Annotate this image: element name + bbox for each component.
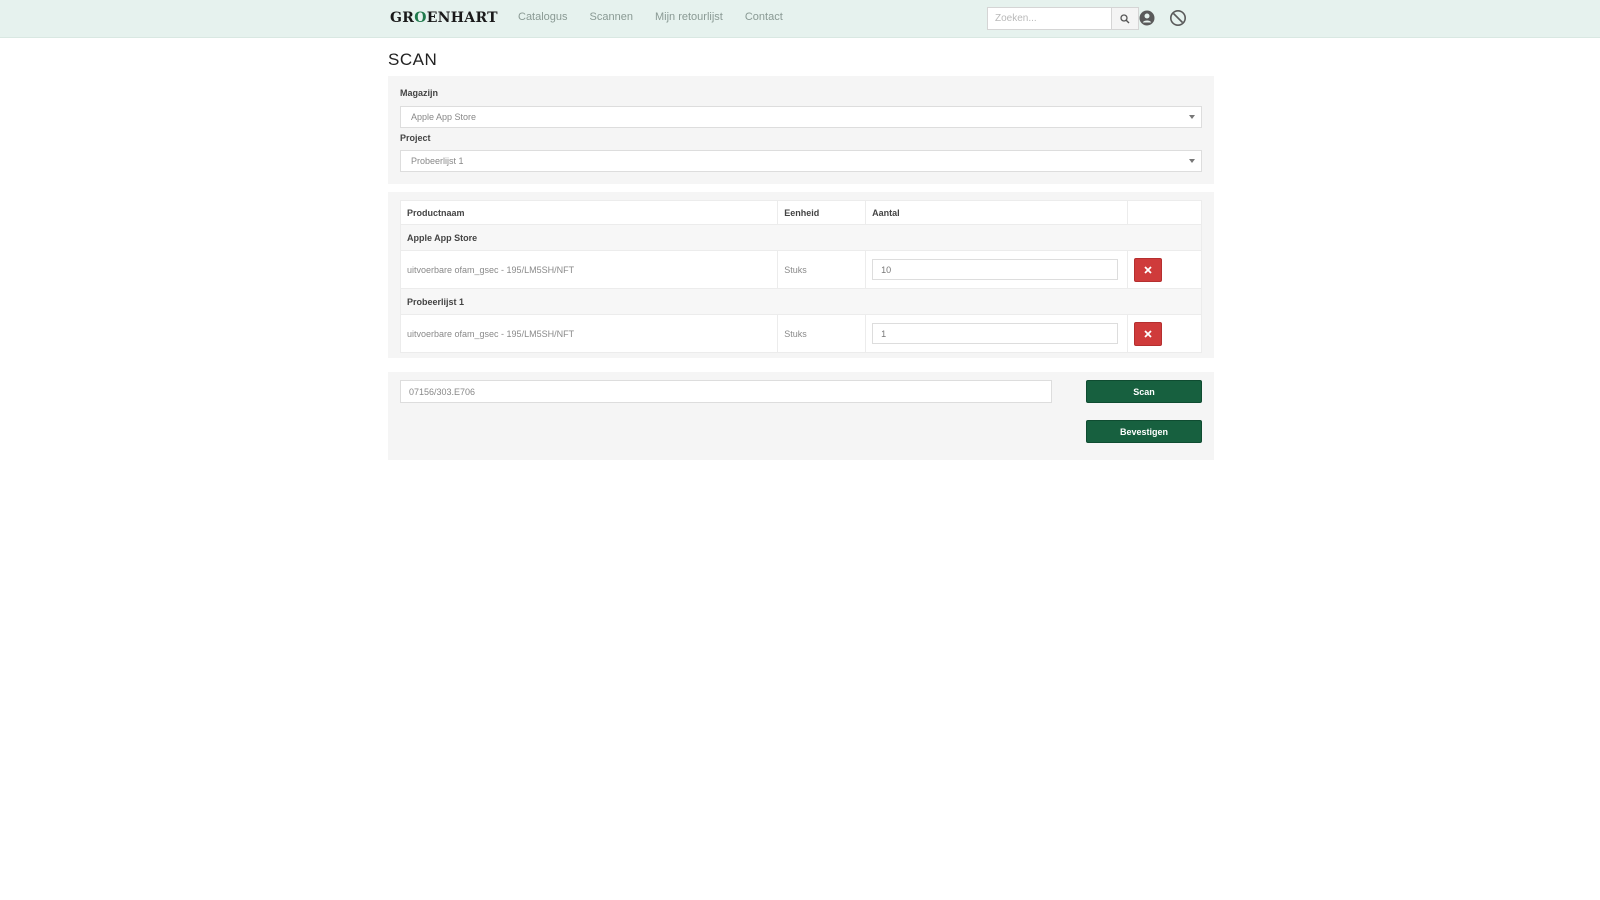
project-label: Project <box>400 133 431 143</box>
close-icon <box>1144 265 1152 274</box>
logo-text-accent: O <box>414 10 427 26</box>
search-group <box>987 7 1139 30</box>
group-name: Probeerlijst 1 <box>400 288 1202 315</box>
nav-link-contact[interactable]: Contact <box>745 11 783 23</box>
user-icon[interactable] <box>1138 9 1156 27</box>
column-header-actions <box>1127 200 1202 225</box>
search-input[interactable] <box>987 7 1111 30</box>
barcode-input[interactable] <box>400 380 1052 403</box>
page-title: SCAN <box>388 50 438 69</box>
search-icon <box>1120 13 1130 23</box>
scan-button[interactable]: Scan <box>1086 380 1202 403</box>
chevron-down-icon <box>1189 115 1195 119</box>
quantity-cell <box>865 250 1129 289</box>
product-name-cell: uitvoerbare ofam_gsec - 195/LM5SH/NFT <box>399 250 779 289</box>
table-group-row: Apple App Store <box>400 224 1202 251</box>
actions-cell <box>1127 314 1202 353</box>
products-table: Productnaam Eenheid Aantal Apple App Sto… <box>399 200 1202 353</box>
table-group-row: Probeerlijst 1 <box>400 288 1202 315</box>
chevron-down-icon <box>1189 159 1195 163</box>
table-header-row: Productnaam Eenheid Aantal <box>399 200 1202 225</box>
product-name-cell: uitvoerbare ofam_gsec - 195/LM5SH/NFT <box>399 314 779 353</box>
nav-links: Catalogus Scannen Mijn retourlijst Conta… <box>518 11 805 23</box>
top-navbar: GROENHART Catalogus Scannen Mijn retourl… <box>0 0 1600 38</box>
logout-icon[interactable] <box>1169 9 1187 27</box>
column-header-quantity: Aantal <box>865 200 1129 225</box>
warehouse-label: Magazijn <box>400 88 439 98</box>
table-row: uitvoerbare ofam_gsec - 195/LM5SH/NFT St… <box>399 314 1202 353</box>
quantity-cell <box>865 314 1129 353</box>
quantity-input[interactable] <box>872 323 1119 344</box>
table-row: uitvoerbare ofam_gsec - 195/LM5SH/NFT St… <box>399 250 1202 289</box>
products-panel: Productnaam Eenheid Aantal Apple App Sto… <box>388 192 1214 358</box>
logo-text-suffix: ENHART <box>426 10 498 26</box>
logo-text-prefix: GR <box>390 10 415 26</box>
project-select-value: Probeerlijst 1 <box>411 156 464 166</box>
warehouse-select-value: Apple App Store <box>411 112 477 122</box>
warehouse-select[interactable]: Apple App Store <box>400 106 1202 128</box>
filters-panel: Magazijn Apple App Store Project Probeer… <box>388 76 1214 184</box>
scan-panel: Scan Bevestigen <box>388 372 1214 460</box>
delete-button[interactable] <box>1134 321 1163 346</box>
nav-link-retourlijst[interactable]: Mijn retourlijst <box>655 11 723 23</box>
group-name: Apple App Store <box>400 224 1202 251</box>
nav-link-catalogus[interactable]: Catalogus <box>518 11 568 23</box>
project-select[interactable]: Probeerlijst 1 <box>400 150 1202 172</box>
actions-cell <box>1127 250 1202 289</box>
column-header-product: Productnaam <box>399 200 779 225</box>
navbar-inner: GROENHART Catalogus Scannen Mijn retourl… <box>390 0 1210 38</box>
quantity-input[interactable] <box>872 259 1119 280</box>
confirm-button[interactable]: Bevestigen <box>1086 420 1202 443</box>
close-icon <box>1144 329 1152 338</box>
unit-cell: Stuks <box>777 314 867 353</box>
column-header-unit: Eenheid <box>777 200 867 225</box>
search-button[interactable] <box>1111 7 1139 30</box>
delete-button[interactable] <box>1134 257 1163 282</box>
nav-link-scannen[interactable]: Scannen <box>590 11 633 23</box>
unit-cell: Stuks <box>777 250 867 289</box>
brand-logo[interactable]: GROENHART <box>390 10 498 26</box>
